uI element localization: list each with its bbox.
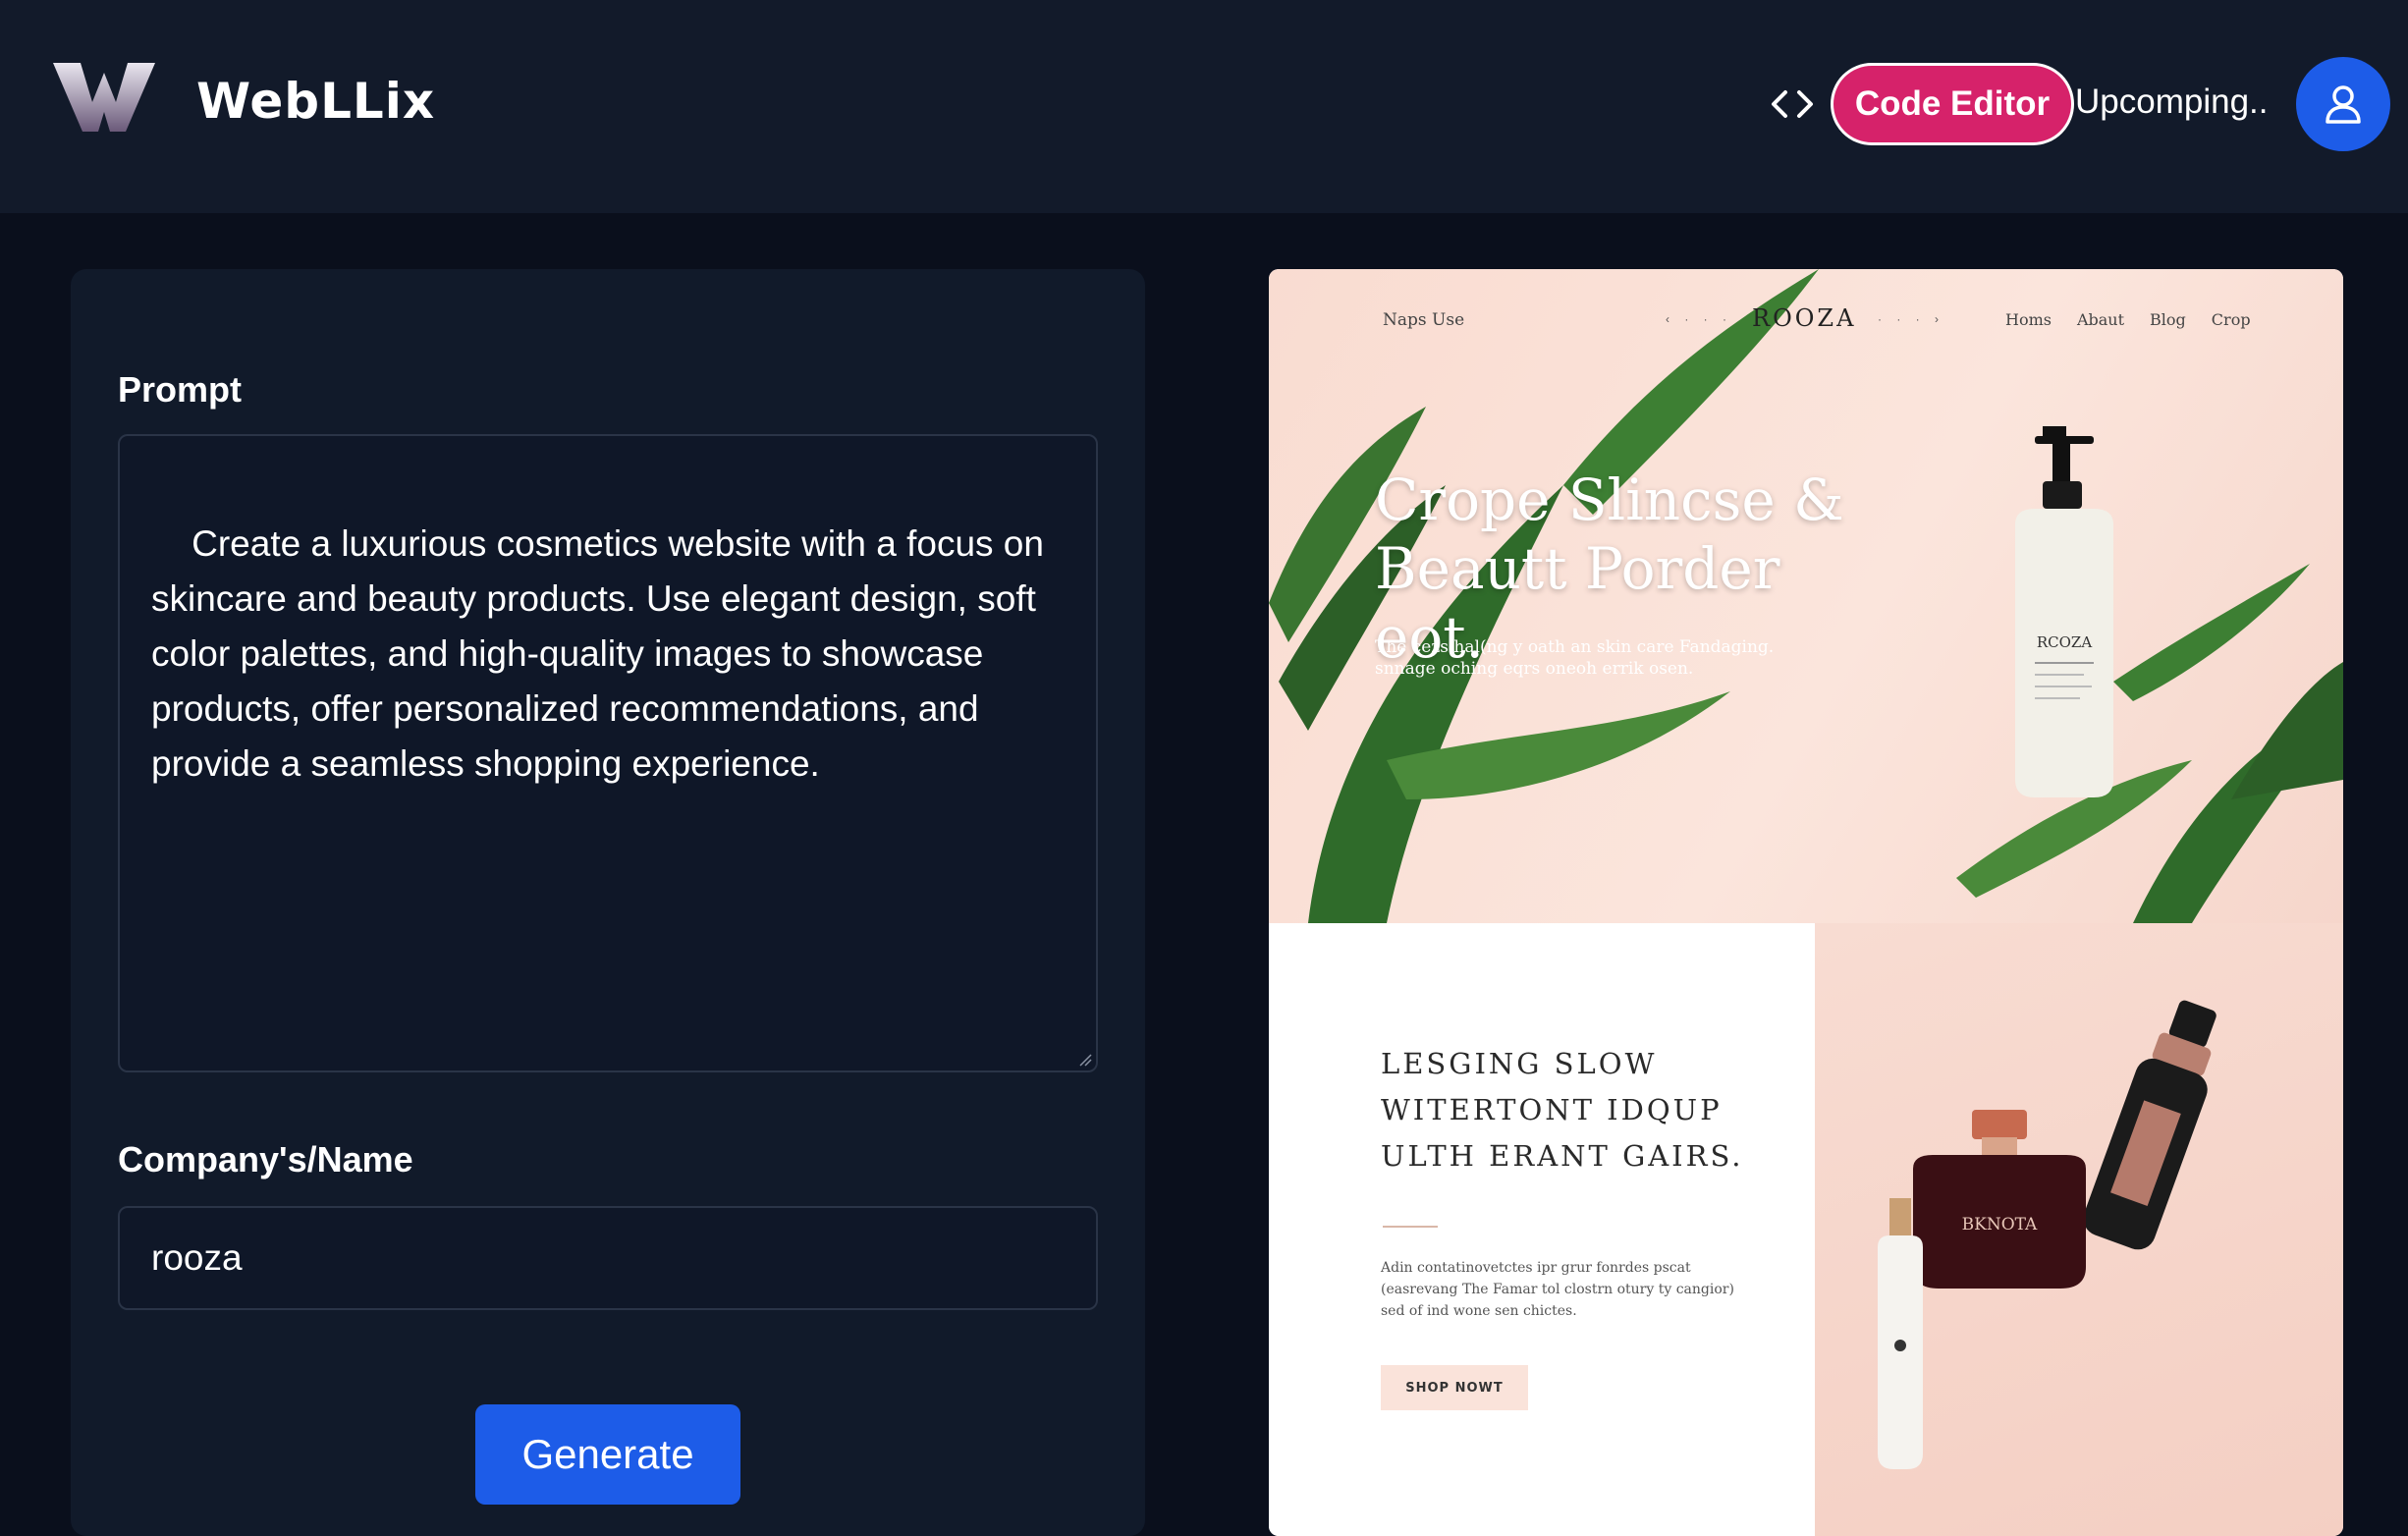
resize-handle-icon[interactable] (1076, 1051, 1092, 1067)
preview-nav-links: Homs Abaut Blog Crop (2005, 310, 2251, 329)
user-icon (2326, 85, 2361, 124)
divider (1383, 1226, 1438, 1228)
prompt-text: Create a luxurious cosmetics website wit… (151, 523, 1055, 784)
prompt-form-panel: Prompt Create a luxurious cosmetics webs… (71, 269, 1145, 1536)
brand-ornament-right: · · · › (1878, 312, 1944, 326)
preview-nav-crop[interactable]: Crop (2212, 310, 2251, 329)
company-name-input[interactable]: rooza (118, 1206, 1098, 1310)
generate-button[interactable]: Generate (475, 1404, 740, 1505)
preview-nav-blog[interactable]: Blog (2150, 310, 2186, 329)
prompt-textarea[interactable]: Create a luxurious cosmetics website wit… (118, 434, 1098, 1072)
preview-hero-subtitle: The cezs hal(ng y oath an skin care Fand… (1375, 637, 1775, 679)
preview-nav-home[interactable]: Homs (2005, 310, 2052, 329)
shop-now-button[interactable]: SHOP NOWT (1381, 1365, 1528, 1410)
brand-ornament-left: ‹ · · · (1666, 312, 1732, 326)
preview-nav-about[interactable]: Abaut (2077, 310, 2124, 329)
preview-products-image: BKNOTA (1815, 923, 2343, 1536)
top-bar: WebLLix Code Editor Upcomping.. (0, 0, 2408, 213)
preview-feature-body: Adin contatinovetctes ipr grur fonrdes p… (1381, 1260, 1734, 1319)
website-preview: Naps Use ‹ · · · ROOZA · · · › Homs Abau… (1269, 269, 2343, 1536)
cosmetics-products-icon: BKNOTA (1878, 1000, 2216, 1469)
code-icon[interactable] (1768, 84, 1817, 124)
user-avatar-button[interactable] (2296, 57, 2390, 151)
preview-nav-left[interactable]: Naps Use (1383, 310, 1464, 330)
preview-brand: ROOZA (1752, 304, 1857, 332)
brand-name: WebLLix (196, 73, 436, 130)
bottle-label: RCOZA (2037, 633, 2092, 651)
pump-bottle-image: RCOZA (2015, 426, 2113, 797)
preview-hero: Naps Use ‹ · · · ROOZA · · · › Homs Abau… (1269, 269, 2343, 923)
company-name-label: Company's/Name (118, 1139, 413, 1179)
preview-feature-title: LESGING SLOW WITERTONT IDQUP ULTH ERANT … (1381, 1047, 1744, 1173)
upcoming-link[interactable]: Upcomping.. (2075, 82, 2268, 122)
logo-icon (53, 63, 155, 132)
code-editor-button[interactable]: Code Editor (1831, 63, 2074, 145)
prompt-label: Prompt (118, 369, 242, 410)
preview-feature-section: LESGING SLOW WITERTONT IDQUP ULTH ERANT … (1269, 923, 1815, 1536)
jar-label: BKNOTA (1962, 1215, 2038, 1234)
